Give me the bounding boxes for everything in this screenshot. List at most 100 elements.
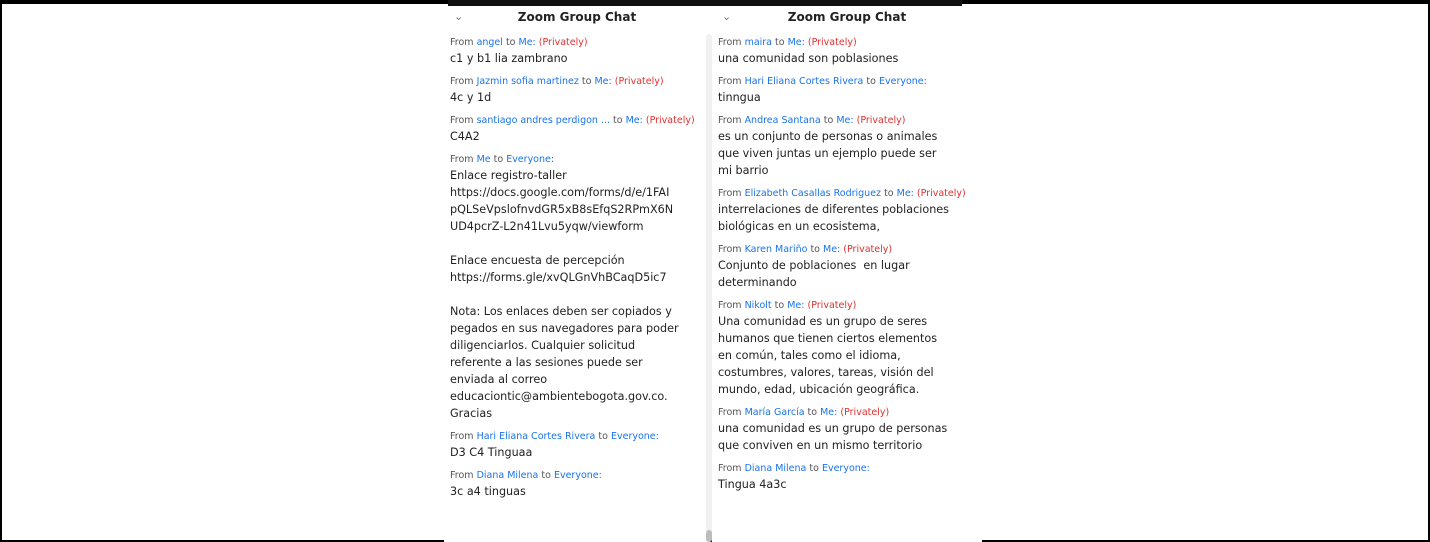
chat-message: From Hari Eliana Cortes Rivera to Everyo… [718, 75, 982, 106]
to-label: to [804, 407, 821, 418]
privately-tag: (Privately) [611, 76, 664, 87]
privately-tag: (Privately) [535, 37, 588, 48]
to-label: to [807, 244, 824, 255]
chat-title: Zoom Group Chat [787, 10, 907, 24]
chat-message: From angel to Me: (Privately) c1 y b1 lia… [450, 36, 710, 67]
chat-message: From Jazmin sofia martinez to Me: (Priva… [450, 75, 710, 106]
chat-message: From Me to Everyone: Enlace registro-tall… [450, 153, 710, 422]
from-label: From [718, 300, 745, 311]
privately-tag: (Privately) [642, 115, 695, 126]
message-meta: From Me to Everyone: [450, 153, 710, 166]
chat-message: From Elizabeth Casallas Rodriguez to Me:… [718, 187, 982, 235]
recipient-name[interactable]: Me: [897, 188, 914, 199]
message-meta: From Diana Milena to Everyone: [718, 462, 982, 475]
to-label: to [881, 188, 897, 199]
privately-tag: (Privately) [853, 115, 906, 126]
message-meta: From santiago andres perdigon ... to Me:… [450, 114, 710, 127]
sender-name[interactable]: Diana Milena [477, 470, 539, 481]
message-meta: From angel to Me: (Privately) [450, 36, 710, 49]
chat-message: From santiago andres perdigon ... to Me:… [450, 114, 710, 145]
sender-name[interactable]: Karen Mariño [745, 244, 808, 255]
to-label: to [502, 37, 519, 48]
chat-message: From Andrea Santana to Me: (Privately) es… [718, 114, 982, 179]
recipient-name[interactable]: Everyone: [879, 76, 927, 87]
sender-name[interactable]: Hari Eliana Cortes Rivera [745, 76, 864, 87]
chat-message: From Diana Milena to Everyone: 3c a4 ting… [450, 469, 710, 500]
recipient-name[interactable]: Everyone: [822, 463, 870, 474]
chevron-down-icon[interactable]: ⌄ [722, 6, 731, 28]
sender-name[interactable]: santiago andres perdigon ... [477, 115, 610, 126]
sender-name[interactable]: Diana Milena [745, 463, 807, 474]
to-label: to [806, 463, 822, 474]
chevron-down-icon[interactable]: ⌄ [454, 6, 463, 28]
from-label: From [718, 407, 745, 418]
sender-name[interactable]: Andrea Santana [745, 115, 821, 126]
sender-name[interactable]: maira [745, 37, 772, 48]
recipient-name[interactable]: Me: [820, 407, 837, 418]
chat-header: ⌄ Zoom Group Chat [444, 6, 710, 28]
message-text: tinngua [718, 91, 761, 104]
privately-tag: (Privately) [804, 37, 857, 48]
recipient-name[interactable]: Everyone: [611, 431, 659, 442]
chat-header: ⌄ Zoom Group Chat [712, 6, 982, 28]
message-meta: From Nikolt to Me: (Privately) [718, 299, 982, 312]
from-label: From [450, 470, 477, 481]
from-label: From [450, 115, 477, 126]
message-text: una comunidad es un grupo de personas qu… [718, 422, 948, 452]
to-label: to [820, 115, 837, 126]
privately-tag: (Privately) [840, 244, 893, 255]
message-text: D3 C4 Tinguaa [450, 446, 533, 459]
chat-panel-right: ⌄ Zoom Group Chat From maira to Me: (Pri… [712, 6, 982, 542]
message-text: interrelaciones de diferentes poblacione… [718, 203, 950, 233]
recipient-name[interactable]: Me: [788, 37, 805, 48]
message-text: Tingua 4a3c [718, 478, 787, 491]
sender-name[interactable]: angel [477, 37, 503, 48]
to-label: to [771, 300, 788, 311]
message-text: Enlace registro-taller https://docs.goog… [450, 169, 679, 420]
chat-message: From maira to Me: (Privately) una comunid… [718, 36, 982, 67]
sender-name[interactable]: Nikolt [745, 300, 772, 311]
to-label: to [538, 470, 554, 481]
to-label: to [863, 76, 879, 87]
message-text: Una comunidad es un grupo de seres human… [718, 315, 938, 396]
message-meta: From maira to Me: (Privately) [718, 36, 982, 49]
chat-message: From Hari Eliana Cortes Rivera to Everyo… [450, 430, 710, 461]
from-label: From [718, 244, 745, 255]
message-meta: From María García to Me: (Privately) [718, 406, 982, 419]
from-label: From [718, 76, 745, 87]
sender-name[interactable]: Elizabeth Casallas Rodriguez [745, 188, 881, 199]
chat-message: From Nikolt to Me: (Privately) Una comuni… [718, 299, 982, 398]
chat-panel-left: ⌄ Zoom Group Chat From angel to Me: (Pri… [444, 6, 710, 542]
sender-name[interactable]: Hari Eliana Cortes Rivera [477, 431, 596, 442]
recipient-name[interactable]: Everyone: [554, 470, 602, 481]
message-list: From maira to Me: (Privately) una comunid… [712, 36, 982, 501]
chat-message: From María García to Me: (Privately) una … [718, 406, 982, 454]
recipient-name[interactable]: Me: [787, 300, 804, 311]
recipient-name[interactable]: Me: [823, 244, 840, 255]
recipient-name[interactable]: Me: [519, 37, 536, 48]
to-label: to [772, 37, 788, 48]
to-label: to [578, 76, 595, 87]
privately-tag: (Privately) [913, 188, 966, 199]
recipient-name[interactable]: Me: [594, 76, 611, 87]
sender-name[interactable]: María García [745, 407, 805, 418]
chat-title: Zoom Group Chat [517, 10, 637, 24]
to-label: to [610, 115, 626, 126]
recipient-name[interactable]: Everyone: [506, 154, 554, 165]
from-label: From [450, 37, 477, 48]
message-meta: From Elizabeth Casallas Rodriguez to Me:… [718, 187, 982, 200]
to-label: to [490, 154, 507, 165]
from-label: From [450, 76, 477, 87]
from-label: From [718, 115, 745, 126]
message-text: 4c y 1d [450, 91, 492, 104]
message-meta: From Hari Eliana Cortes Rivera to Everyo… [450, 430, 710, 443]
sender-name[interactable]: Me [477, 154, 491, 165]
recipient-name[interactable]: Me: [626, 115, 643, 126]
privately-tag: (Privately) [837, 407, 890, 418]
recipient-name[interactable]: Me: [836, 115, 853, 126]
sender-name[interactable]: Jazmin sofia martinez [477, 76, 579, 87]
from-label: From [450, 154, 477, 165]
message-meta: From Karen Mariño to Me: (Privately) [718, 243, 982, 256]
privately-tag: (Privately) [804, 300, 857, 311]
from-label: From [450, 431, 477, 442]
